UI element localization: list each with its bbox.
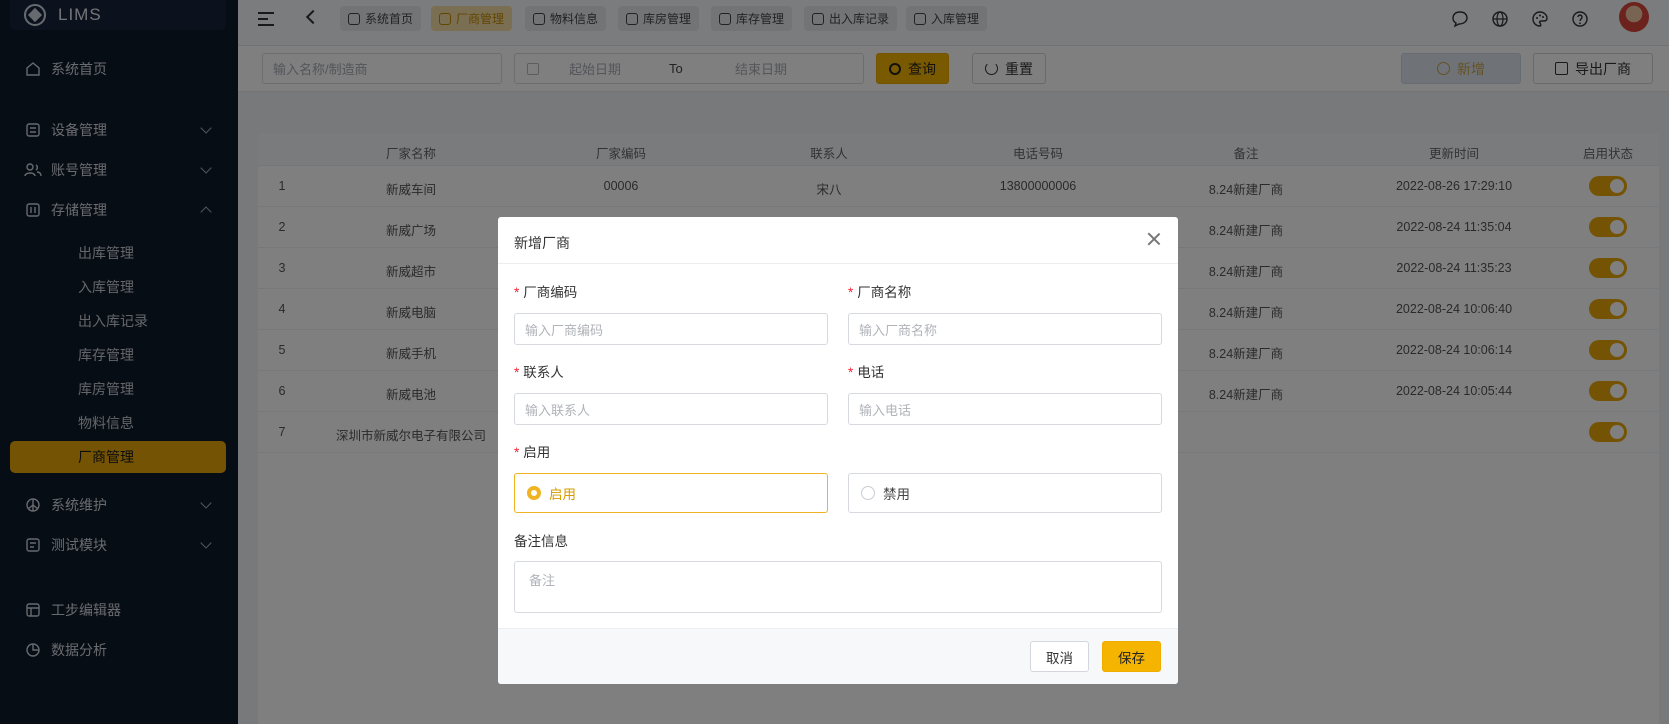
vendor-name-input[interactable]: 输入厂商名称: [848, 313, 1162, 345]
save-button[interactable]: 保存: [1102, 641, 1161, 672]
dialog-title: 新增厂商: [514, 235, 570, 251]
dialog-footer: 取消 保存: [498, 628, 1178, 684]
radio-checked-icon: [527, 486, 541, 500]
contact-label: * 联系人: [514, 365, 564, 380]
enable-radio[interactable]: 启用: [514, 473, 828, 513]
close-icon[interactable]: [1146, 231, 1162, 247]
phone-label: * 电话: [848, 365, 885, 380]
enable-label: * 启用: [514, 445, 551, 460]
phone-input[interactable]: 输入电话: [848, 393, 1162, 425]
remark-label: 备注信息: [514, 534, 568, 549]
radio-unchecked-icon: [861, 486, 875, 500]
contact-input[interactable]: 输入联系人: [514, 393, 828, 425]
add-vendor-dialog: 新增厂商 * 厂商编码 输入厂商编码 * 厂商名称 输入厂商名称 * 联系人 输入联系…: [498, 217, 1178, 684]
remark-textarea[interactable]: 备注: [514, 561, 1162, 613]
vendor-name-label: * 厂商名称: [848, 285, 912, 300]
vendor-code-input[interactable]: 输入厂商编码: [514, 313, 828, 345]
cancel-button[interactable]: 取消: [1030, 641, 1089, 672]
vendor-code-label: * 厂商编码: [514, 285, 578, 300]
disable-radio[interactable]: 禁用: [848, 473, 1162, 513]
dialog-header: 新增厂商: [498, 217, 1178, 264]
